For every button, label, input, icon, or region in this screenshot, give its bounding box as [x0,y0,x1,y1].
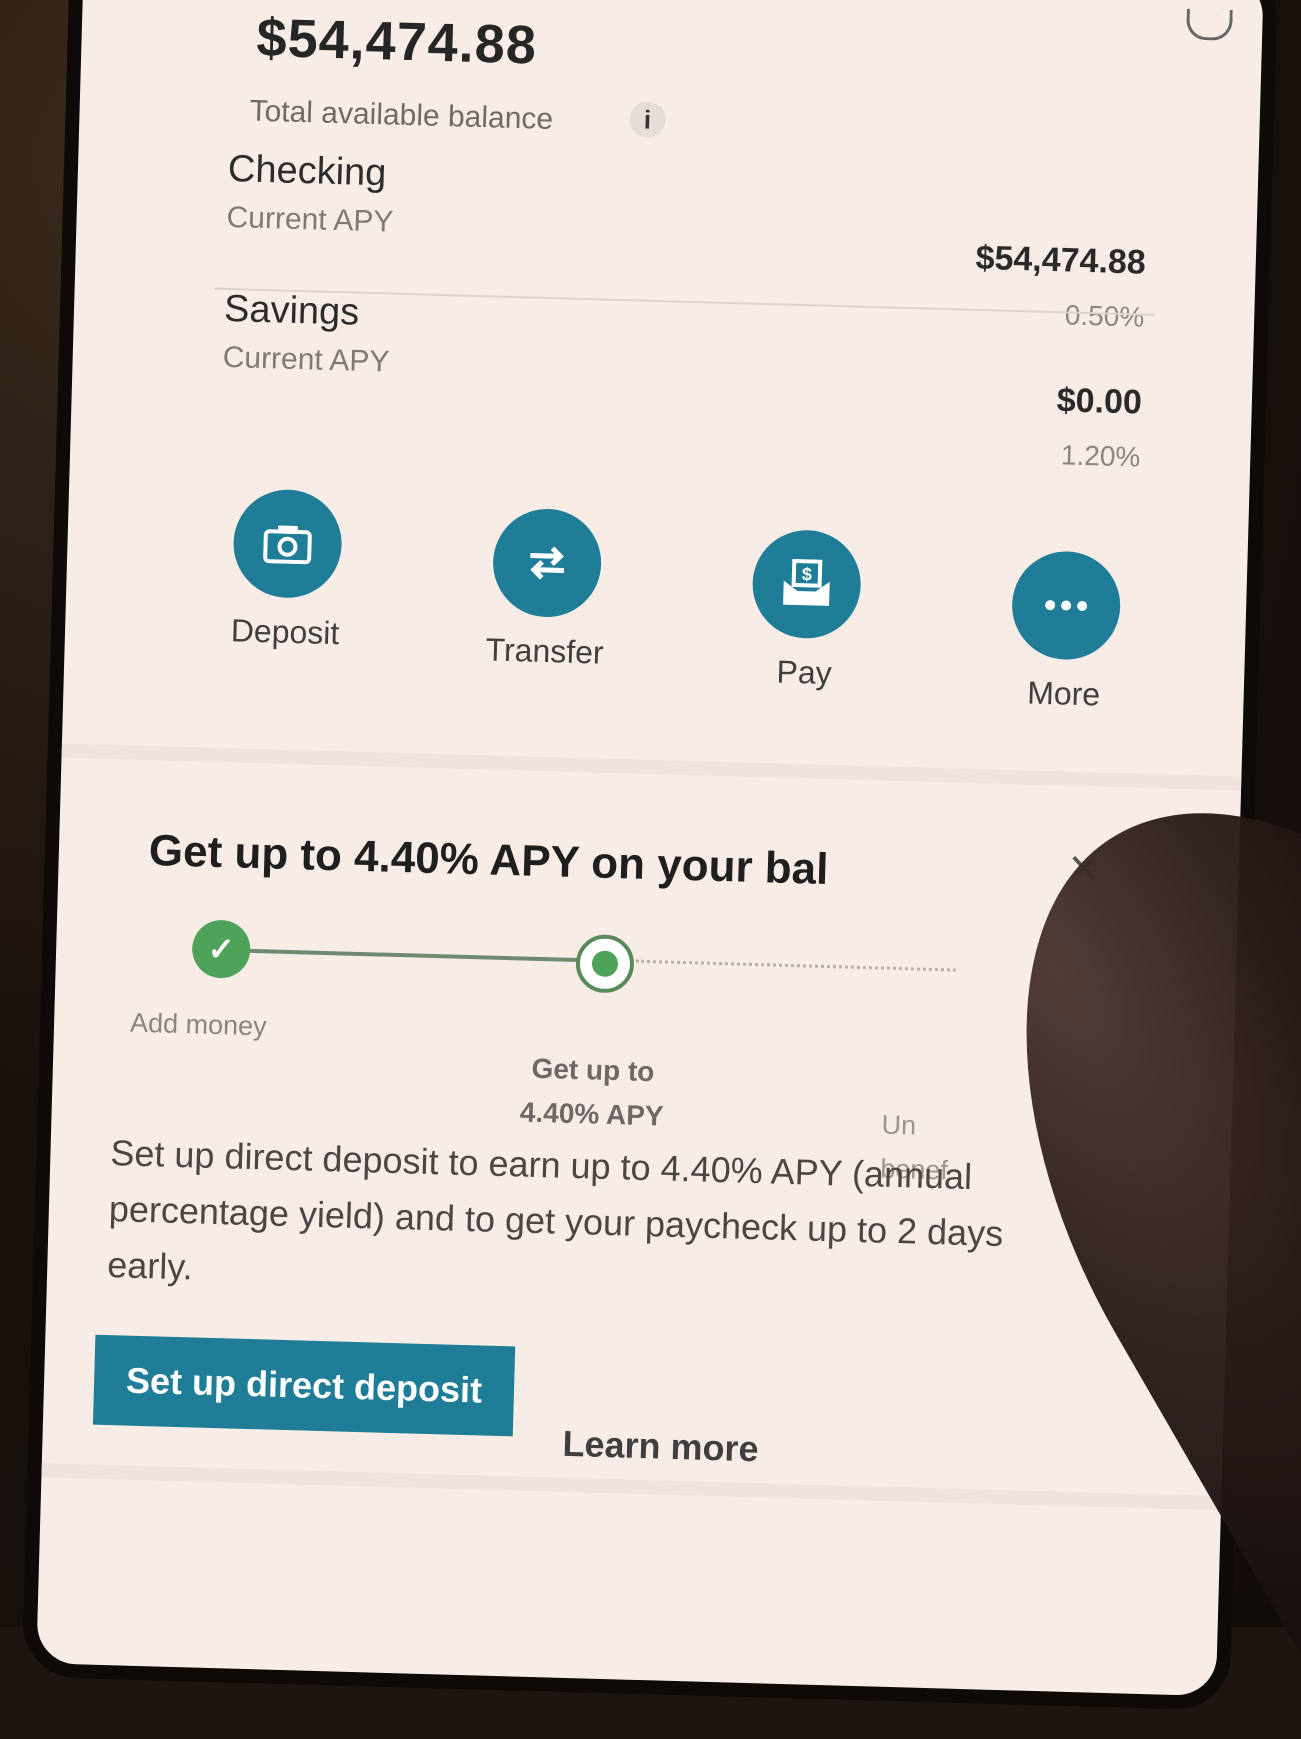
account-balance: $0.00 [1056,381,1142,422]
action-label: More [963,673,1164,716]
more-dots-icon [1011,550,1122,661]
deposit-action[interactable]: Deposit [185,487,389,654]
step-label-get-apy: Get up to 4.40% APY [491,1046,693,1140]
step-label-line: Get up to [492,1046,693,1096]
setup-direct-deposit-button[interactable]: Set up direct deposit [93,1335,515,1437]
camera-icon [232,488,343,599]
account-apy: 1.20% [1060,439,1140,473]
progress-line-pending [636,960,956,972]
learn-more-link[interactable]: Learn more [562,1423,759,1470]
total-balance-label: Total available balance [249,95,553,137]
transfer-action[interactable]: Transfer [444,506,648,673]
section-divider [41,1463,1221,1510]
transfer-arrows-icon [492,508,603,619]
action-label: Pay [704,651,905,694]
bill-pay-icon: $ [751,529,862,640]
promo-title: Get up to 4.40% APY on your bal [148,826,829,895]
bell-icon[interactable] [1186,9,1233,41]
svg-text:$: $ [802,564,813,584]
progress-line-complete [226,948,596,962]
total-balance-amount: $54,474.88 [256,7,538,77]
info-icon[interactable]: i [629,101,666,138]
check-icon: ✓ [191,919,251,979]
step-label-line: Un [881,1103,992,1150]
step-label-line: 4.40% APY [491,1090,692,1140]
action-label: Transfer [444,630,645,673]
current-step-icon [575,934,635,994]
action-label: Deposit [185,611,386,654]
account-balance: $54,474.88 [975,239,1146,283]
more-action[interactable]: More [963,549,1167,716]
phone-screen: $54,474.88 Total available balance i Che… [36,0,1264,1696]
quick-actions: Deposit Transfer $ [182,487,1158,754]
account-row-savings[interactable]: Savings Current APY $0.00 1.20% [221,288,1145,464]
step-label-add-money: Add money [130,1008,267,1043]
pay-action[interactable]: $ Pay [704,528,908,695]
home-content: $54,474.88 Total available balance i Che… [36,0,1264,1696]
promo-description: Set up direct deposit to earn up to 4.40… [107,1125,1081,1320]
